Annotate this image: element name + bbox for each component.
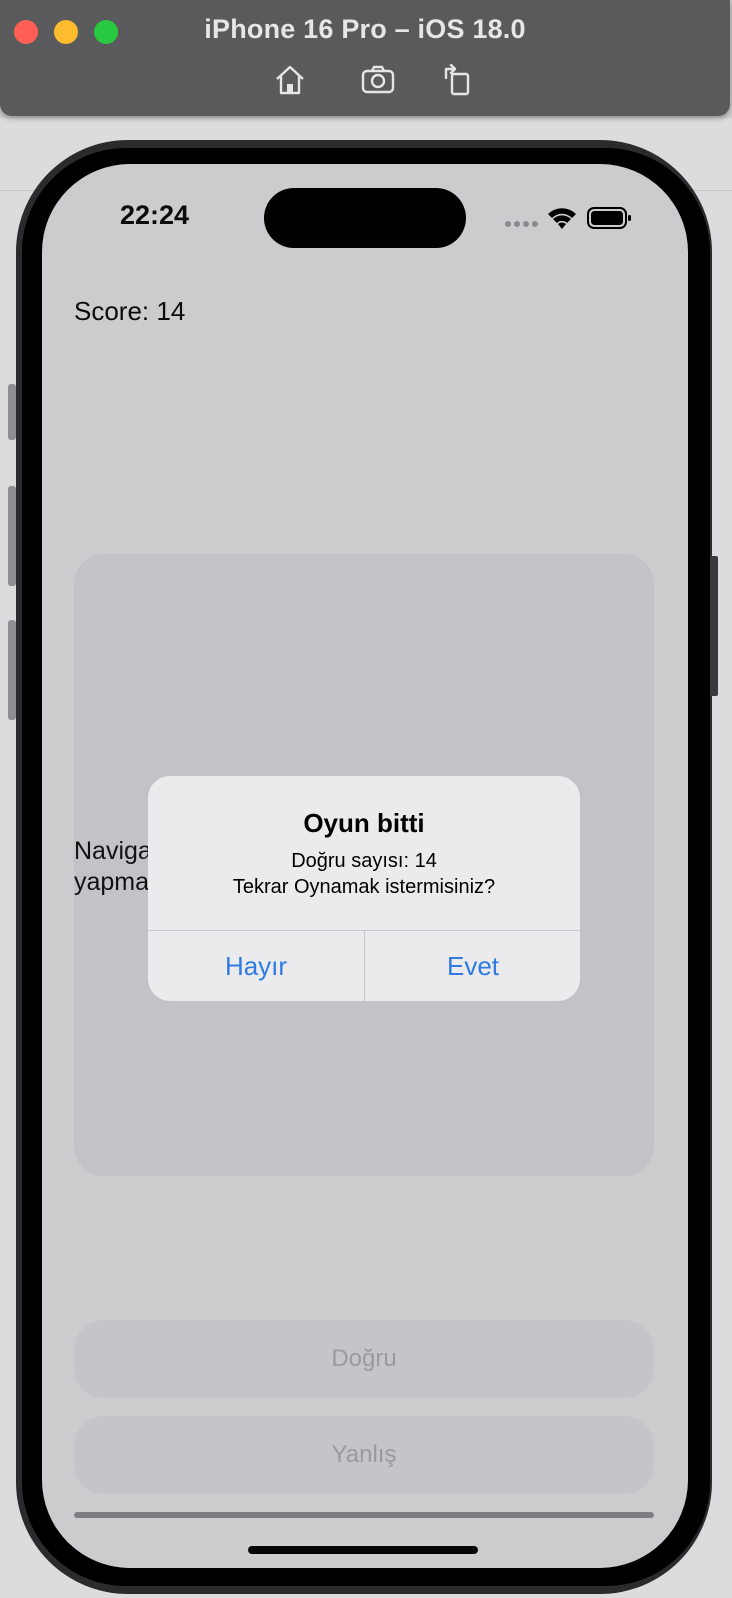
- cellular-signal-icon: [505, 221, 538, 227]
- question-text-line: yapma: [74, 868, 150, 896]
- background-fragment: [8, 384, 16, 440]
- battery-icon: [587, 207, 631, 229]
- wifi-icon: [548, 208, 576, 229]
- score-label: Score: 14: [74, 296, 186, 326]
- phone-screen: 22:24 Score: 14 Naviga yapma Doğru Yanlı…: [42, 164, 688, 1568]
- question-text-line: Naviga: [74, 837, 152, 865]
- simulator-titlebar: iPhone 16 Pro – iOS 18.0: [0, 0, 730, 116]
- alert-no-button[interactable]: Hayır: [148, 931, 364, 1001]
- status-icons: [502, 204, 682, 234]
- question-text: Naviga yapma: [74, 836, 152, 898]
- alert-title: Oyun bitti: [303, 808, 425, 838]
- alert-message: Doğru sayısı: 14 Tekrar Oynamak istermis…: [148, 848, 580, 900]
- status-time: 22:24: [120, 200, 190, 230]
- correct-button[interactable]: Doğru: [74, 1320, 654, 1398]
- game-over-alert: Oyun bitti Doğru sayısı: 14 Tekrar Oynam…: [148, 776, 580, 1001]
- power-button: [710, 556, 718, 696]
- alert-message-line: Doğru sayısı: 14: [291, 850, 437, 872]
- background-fragment: [8, 620, 16, 720]
- window-title: iPhone 16 Pro – iOS 18.0: [204, 14, 526, 44]
- background-fragment: [8, 486, 16, 586]
- dynamic-island: [264, 188, 466, 248]
- screenshot-icon[interactable]: [360, 62, 396, 98]
- home-indicator[interactable]: [248, 1546, 478, 1554]
- alert-yes-button[interactable]: Evet: [365, 931, 580, 1001]
- home-icon[interactable]: [272, 62, 308, 98]
- rotate-icon[interactable]: [440, 62, 476, 98]
- wrong-button[interactable]: Yanlış: [74, 1416, 654, 1494]
- progress-bar: [74, 1512, 654, 1518]
- alert-message-line: Tekrar Oynamak istermisiniz?: [232, 876, 496, 898]
